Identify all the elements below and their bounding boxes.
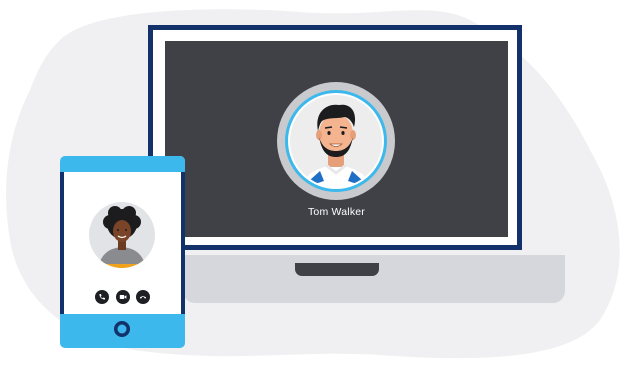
phone-frame-right	[181, 172, 185, 314]
video-call-illustration: Tom Walker	[0, 0, 642, 371]
end-call-icon[interactable]	[136, 290, 150, 304]
laptop-trackpad-notch	[295, 263, 379, 276]
caller-avatar[interactable]	[276, 81, 396, 201]
call-controls	[95, 290, 150, 304]
caller-name: Tom Walker	[307, 206, 366, 218]
phone-frame-left	[60, 172, 64, 314]
phone-icon[interactable]	[95, 290, 109, 304]
video-icon[interactable]	[115, 290, 130, 304]
phone-top-bar	[60, 156, 185, 172]
home-button[interactable]	[113, 320, 131, 338]
user-avatar[interactable]	[89, 202, 155, 268]
